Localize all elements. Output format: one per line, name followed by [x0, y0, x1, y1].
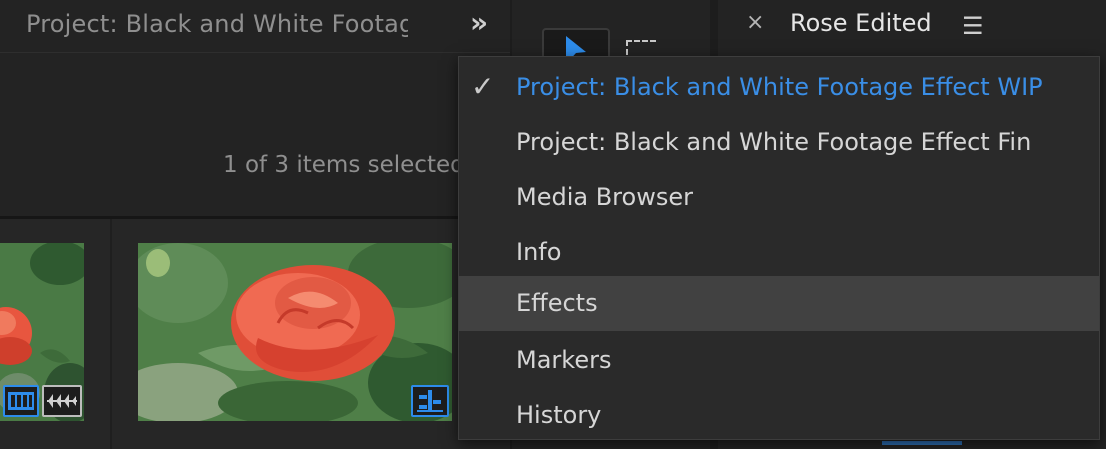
menu-item-label: Info: [516, 238, 562, 266]
close-icon[interactable]: ×: [746, 10, 764, 35]
menu-item-info[interactable]: Info: [459, 225, 1099, 280]
project-panel-header[interactable]: Project: Black and White Footage Effect …: [0, 0, 408, 52]
panel-switcher-menu: ✓ Project: Black and White Footage Effec…: [458, 56, 1100, 440]
menu-item-label: Effects: [516, 289, 598, 317]
rose-image: [138, 243, 452, 421]
sequence-icon: [411, 385, 449, 417]
menu-item-markers[interactable]: Markers: [459, 333, 1099, 388]
double-chevron-right-icon[interactable]: »: [470, 6, 488, 39]
video-clip-icon: [3, 385, 39, 417]
menu-item-media-browser[interactable]: Media Browser: [459, 170, 1099, 225]
checkmark-icon: ✓: [471, 70, 495, 103]
menu-item-label: Project: Black and White Footage Effect …: [516, 73, 1043, 101]
items-selected-status: 1 of 3 items selected: [223, 152, 465, 178]
menu-item-project-wip[interactable]: ✓ Project: Black and White Footage Effec…: [459, 60, 1099, 115]
menu-item-history[interactable]: History: [459, 388, 1099, 443]
header-divider: [0, 52, 510, 53]
audio-waveform-icon: [42, 385, 82, 417]
menu-item-label: Markers: [516, 346, 612, 374]
menu-item-project-fin[interactable]: Project: Black and White Footage Effect …: [459, 115, 1099, 170]
hamburger-menu-icon[interactable]: ☰: [962, 12, 984, 40]
sequence-tab-title[interactable]: Rose Edited: [790, 9, 932, 37]
clip-thumbnail-2[interactable]: [138, 243, 452, 421]
menu-item-effects[interactable]: Effects: [459, 276, 1099, 331]
menu-item-label: Project: Black and White Footage Effect …: [516, 128, 1032, 156]
menu-item-label: History: [516, 401, 602, 429]
thumbnail-cell-divider: [110, 219, 112, 449]
menu-item-label: Media Browser: [516, 183, 693, 211]
panel-overflow-button[interactable]: [408, 0, 510, 52]
project-panel-title[interactable]: Project: Black and White Footage Effect …: [26, 10, 408, 38]
